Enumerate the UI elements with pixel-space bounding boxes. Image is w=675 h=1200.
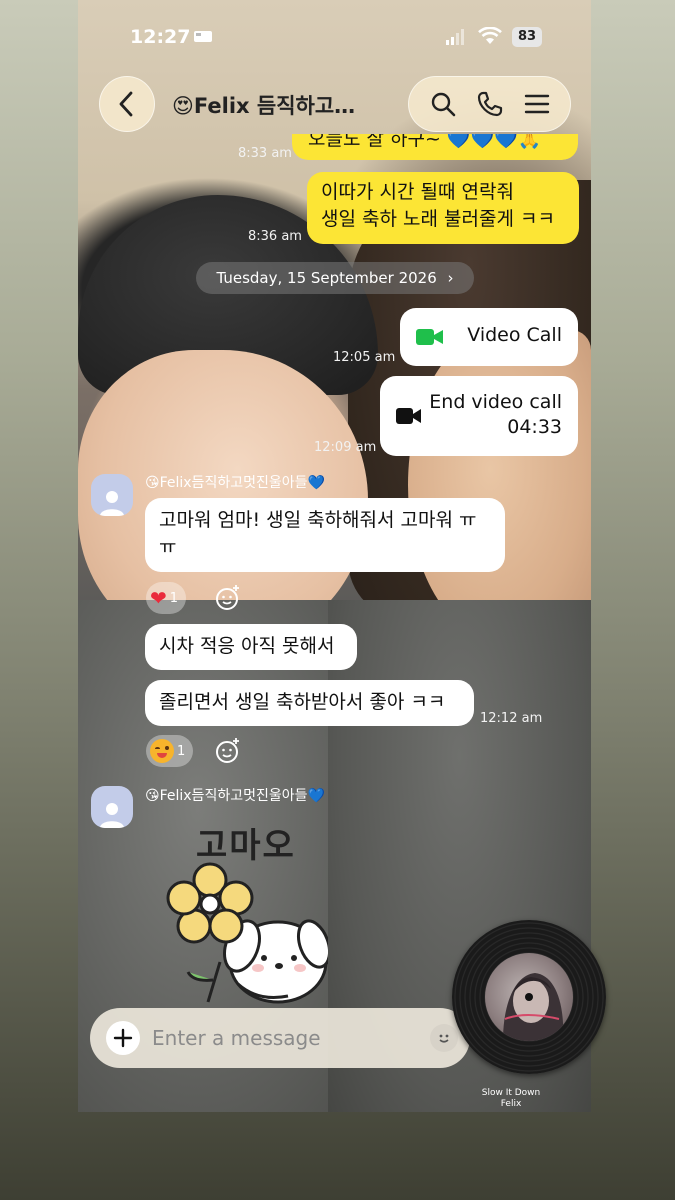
message-text-line: 이따가 시간 될때 연락줘	[321, 181, 514, 203]
header-actions	[408, 76, 571, 132]
status-time: 12:27	[130, 26, 191, 48]
search-icon	[431, 92, 455, 117]
status-bar: 12:27 83	[78, 26, 591, 50]
reaction-emoji[interactable]: 1	[146, 735, 194, 767]
card-icon	[194, 31, 212, 42]
avatar[interactable]	[91, 474, 133, 516]
emoji-button[interactable]	[430, 1024, 458, 1052]
person-icon	[100, 803, 124, 828]
message-text-line: 고마워 엄마! 생일 축하해줘서 고마워 ㅠ	[159, 509, 477, 531]
message-input[interactable]	[152, 1020, 422, 1056]
incoming-message[interactable]: 졸리면서 생일 축하받아서 좋아 ㅋㅋ	[145, 680, 474, 726]
smile-icon	[439, 1034, 449, 1043]
add-reaction-button[interactable]	[212, 582, 244, 614]
record-center-hole	[525, 993, 533, 1001]
incoming-message[interactable]: 고마워 엄마! 생일 축하해줘서 고마워 ㅠ ㅠ	[145, 498, 505, 572]
song-artist: Felix	[500, 1099, 522, 1109]
incoming-message[interactable]: 시차 적응 아직 못해서	[145, 624, 357, 670]
reaction-count: 1	[177, 743, 186, 759]
music-info: Slow It Down Felix	[470, 1088, 552, 1110]
wifi-icon	[478, 27, 502, 44]
message-time: 12:09 am	[314, 440, 377, 455]
video-camera-icon	[416, 329, 443, 345]
plus-icon	[113, 1028, 133, 1048]
end-video-call-message[interactable]: End video call 04:33	[380, 376, 578, 456]
message-text: 시차 적응 아직 못해서	[159, 635, 335, 657]
smile-plus-icon	[216, 738, 239, 763]
chevron-right-icon: ›	[447, 269, 454, 287]
sticker-text: 고마오	[196, 826, 296, 866]
attach-button[interactable]	[106, 1021, 140, 1055]
reaction-heart[interactable]: ❤ 1	[146, 582, 187, 614]
reaction-count: 1	[169, 590, 179, 606]
message-time: 12:05 am	[333, 350, 396, 365]
sender-name: 😘Felix듬직하고멋진울아들💙	[145, 788, 325, 804]
date-text: Tuesday, 15 September 2026	[216, 269, 437, 287]
puppy-flower-sticker[interactable]	[158, 862, 328, 1012]
call-label: End video call	[429, 391, 562, 413]
sender-name: 😘Felix듬직하고멋진울아들💙	[145, 475, 325, 491]
signal-icon	[446, 29, 464, 45]
message-time: 12:12 am	[480, 711, 543, 726]
battery-indicator: 83	[512, 27, 542, 47]
person-icon	[100, 491, 124, 516]
outgoing-message[interactable]: 이따가 시간 될때 연락줘 생일 축하 노래 불러줄게 ㅋㅋ	[307, 172, 579, 244]
chevron-left-icon	[119, 91, 133, 117]
menu-button[interactable]	[519, 86, 555, 122]
message-text: 졸리면서 생일 축하받아서 좋아 ㅋㅋ	[159, 691, 446, 713]
call-button[interactable]	[472, 86, 508, 122]
menu-icon	[524, 94, 549, 114]
call-label: Video Call	[467, 324, 562, 346]
chat-title[interactable]: 😍Felix 듬직하고…	[172, 90, 355, 120]
date-divider[interactable]: Tuesday, 15 September 2026 ›	[196, 262, 474, 294]
phone-icon	[477, 91, 502, 117]
message-time: 8:36 am	[248, 229, 302, 244]
heart-icon: ❤	[150, 586, 167, 610]
song-title: Slow It Down	[481, 1088, 541, 1098]
back-button[interactable]	[99, 76, 155, 132]
avatar[interactable]	[91, 786, 133, 828]
message-input-bar	[90, 1008, 470, 1068]
message-text-line: 생일 축하 노래 불러줄게 ㅋㅋ	[321, 208, 555, 230]
message-time: 8:33 am	[238, 146, 292, 161]
smile-plus-icon	[216, 585, 239, 610]
video-call-message[interactable]: Video Call	[400, 308, 578, 366]
add-reaction-button[interactable]	[212, 735, 244, 767]
video-camera-icon	[396, 408, 421, 424]
search-button[interactable]	[425, 86, 461, 122]
message-text-line: ㅠ	[159, 536, 177, 558]
winking-face-icon	[150, 739, 174, 763]
call-duration: 04:33	[507, 416, 562, 438]
